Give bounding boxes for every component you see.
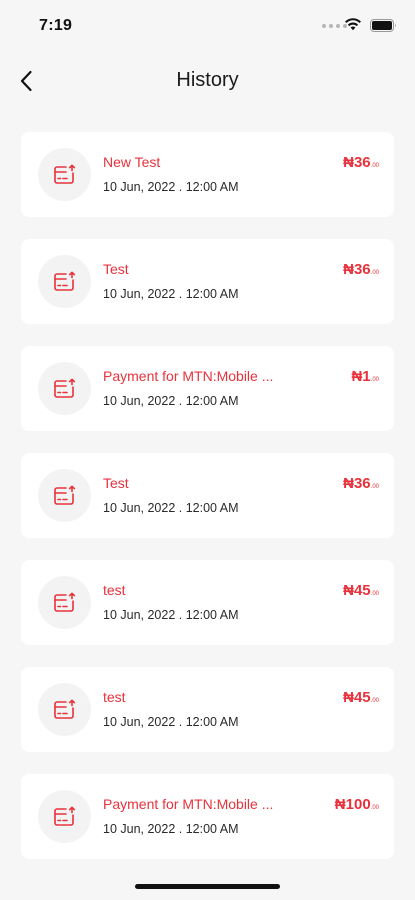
status-time: 7:19 <box>39 17 73 34</box>
transaction-title: test <box>103 582 126 598</box>
transaction-date: 10 Jun, 2022 . 12:00 AM <box>103 822 239 836</box>
transaction-date: 10 Jun, 2022 . 12:00 AM <box>103 394 239 408</box>
transaction-card[interactable]: Test 10 Jun, 2022 . 12:00 AM ₦36.00 <box>21 453 394 538</box>
transaction-title: Payment for MTN:Mobile ... <box>103 796 274 812</box>
transaction-title: test <box>103 689 126 705</box>
transaction-card[interactable]: Payment for MTN:Mobile ... 10 Jun, 2022 … <box>21 774 394 859</box>
amount-value: ₦36 <box>343 475 371 492</box>
transaction-date: 10 Jun, 2022 . 12:00 AM <box>103 501 239 515</box>
amount-decimal: .00 <box>370 163 379 169</box>
receipt-icon <box>38 362 91 415</box>
receipt-icon <box>38 790 91 843</box>
transaction-title: Test <box>103 475 129 491</box>
history-screen: 7:19 History New Test 10 Jun, 2022 . 12:… <box>0 0 415 900</box>
transaction-date: 10 Jun, 2022 . 12:00 AM <box>103 287 239 301</box>
receipt-icon <box>38 469 91 522</box>
transaction-list: New Test 10 Jun, 2022 . 12:00 AM ₦36.00 … <box>21 132 394 881</box>
transaction-title: Payment for MTN:Mobile ... <box>103 368 274 384</box>
transaction-card[interactable]: test 10 Jun, 2022 . 12:00 AM ₦45.00 <box>21 560 394 645</box>
amount-decimal: .00 <box>370 377 379 383</box>
transaction-amount: ₦36.00 <box>343 475 379 492</box>
header: History <box>0 55 415 107</box>
transaction-title: New Test <box>103 154 161 170</box>
battery-icon <box>370 19 396 32</box>
receipt-icon <box>38 255 91 308</box>
amount-decimal: .00 <box>370 698 379 704</box>
amount-decimal: .00 <box>370 484 379 490</box>
transaction-amount: ₦100.00 <box>335 796 379 813</box>
amount-decimal: .00 <box>370 805 379 811</box>
page-title: History <box>176 69 239 91</box>
transaction-card[interactable]: Test 10 Jun, 2022 . 12:00 AM ₦36.00 <box>21 239 394 324</box>
status-bar: 7:19 <box>0 0 415 50</box>
amount-value: ₦1 <box>351 368 371 385</box>
transaction-amount: ₦36.00 <box>343 261 379 278</box>
amount-value: ₦45 <box>343 582 371 599</box>
amount-decimal: .00 <box>370 591 379 597</box>
receipt-icon <box>38 148 91 201</box>
amount-value: ₦100 <box>334 796 371 813</box>
transaction-date: 10 Jun, 2022 . 12:00 AM <box>103 180 239 194</box>
amount-value: ₦36 <box>343 261 371 278</box>
home-indicator <box>135 884 280 889</box>
transaction-amount: ₦36.00 <box>343 154 379 171</box>
transaction-date: 10 Jun, 2022 . 12:00 AM <box>103 608 239 622</box>
receipt-icon <box>38 683 91 736</box>
transaction-amount: ₦45.00 <box>343 689 379 706</box>
transaction-card[interactable]: Payment for MTN:Mobile ... 10 Jun, 2022 … <box>21 346 394 431</box>
transaction-date: 10 Jun, 2022 . 12:00 AM <box>103 715 239 729</box>
amount-value: ₦45 <box>343 689 371 706</box>
transaction-title: Test <box>103 261 129 277</box>
transaction-card[interactable]: test 10 Jun, 2022 . 12:00 AM ₦45.00 <box>21 667 394 752</box>
amount-value: ₦36 <box>343 154 371 171</box>
transaction-card[interactable]: New Test 10 Jun, 2022 . 12:00 AM ₦36.00 <box>21 132 394 217</box>
receipt-icon <box>38 576 91 629</box>
transaction-amount: ₦45.00 <box>343 582 379 599</box>
transaction-amount: ₦1.00 <box>351 368 379 385</box>
amount-decimal: .00 <box>370 270 379 276</box>
wifi-icon <box>345 18 361 31</box>
